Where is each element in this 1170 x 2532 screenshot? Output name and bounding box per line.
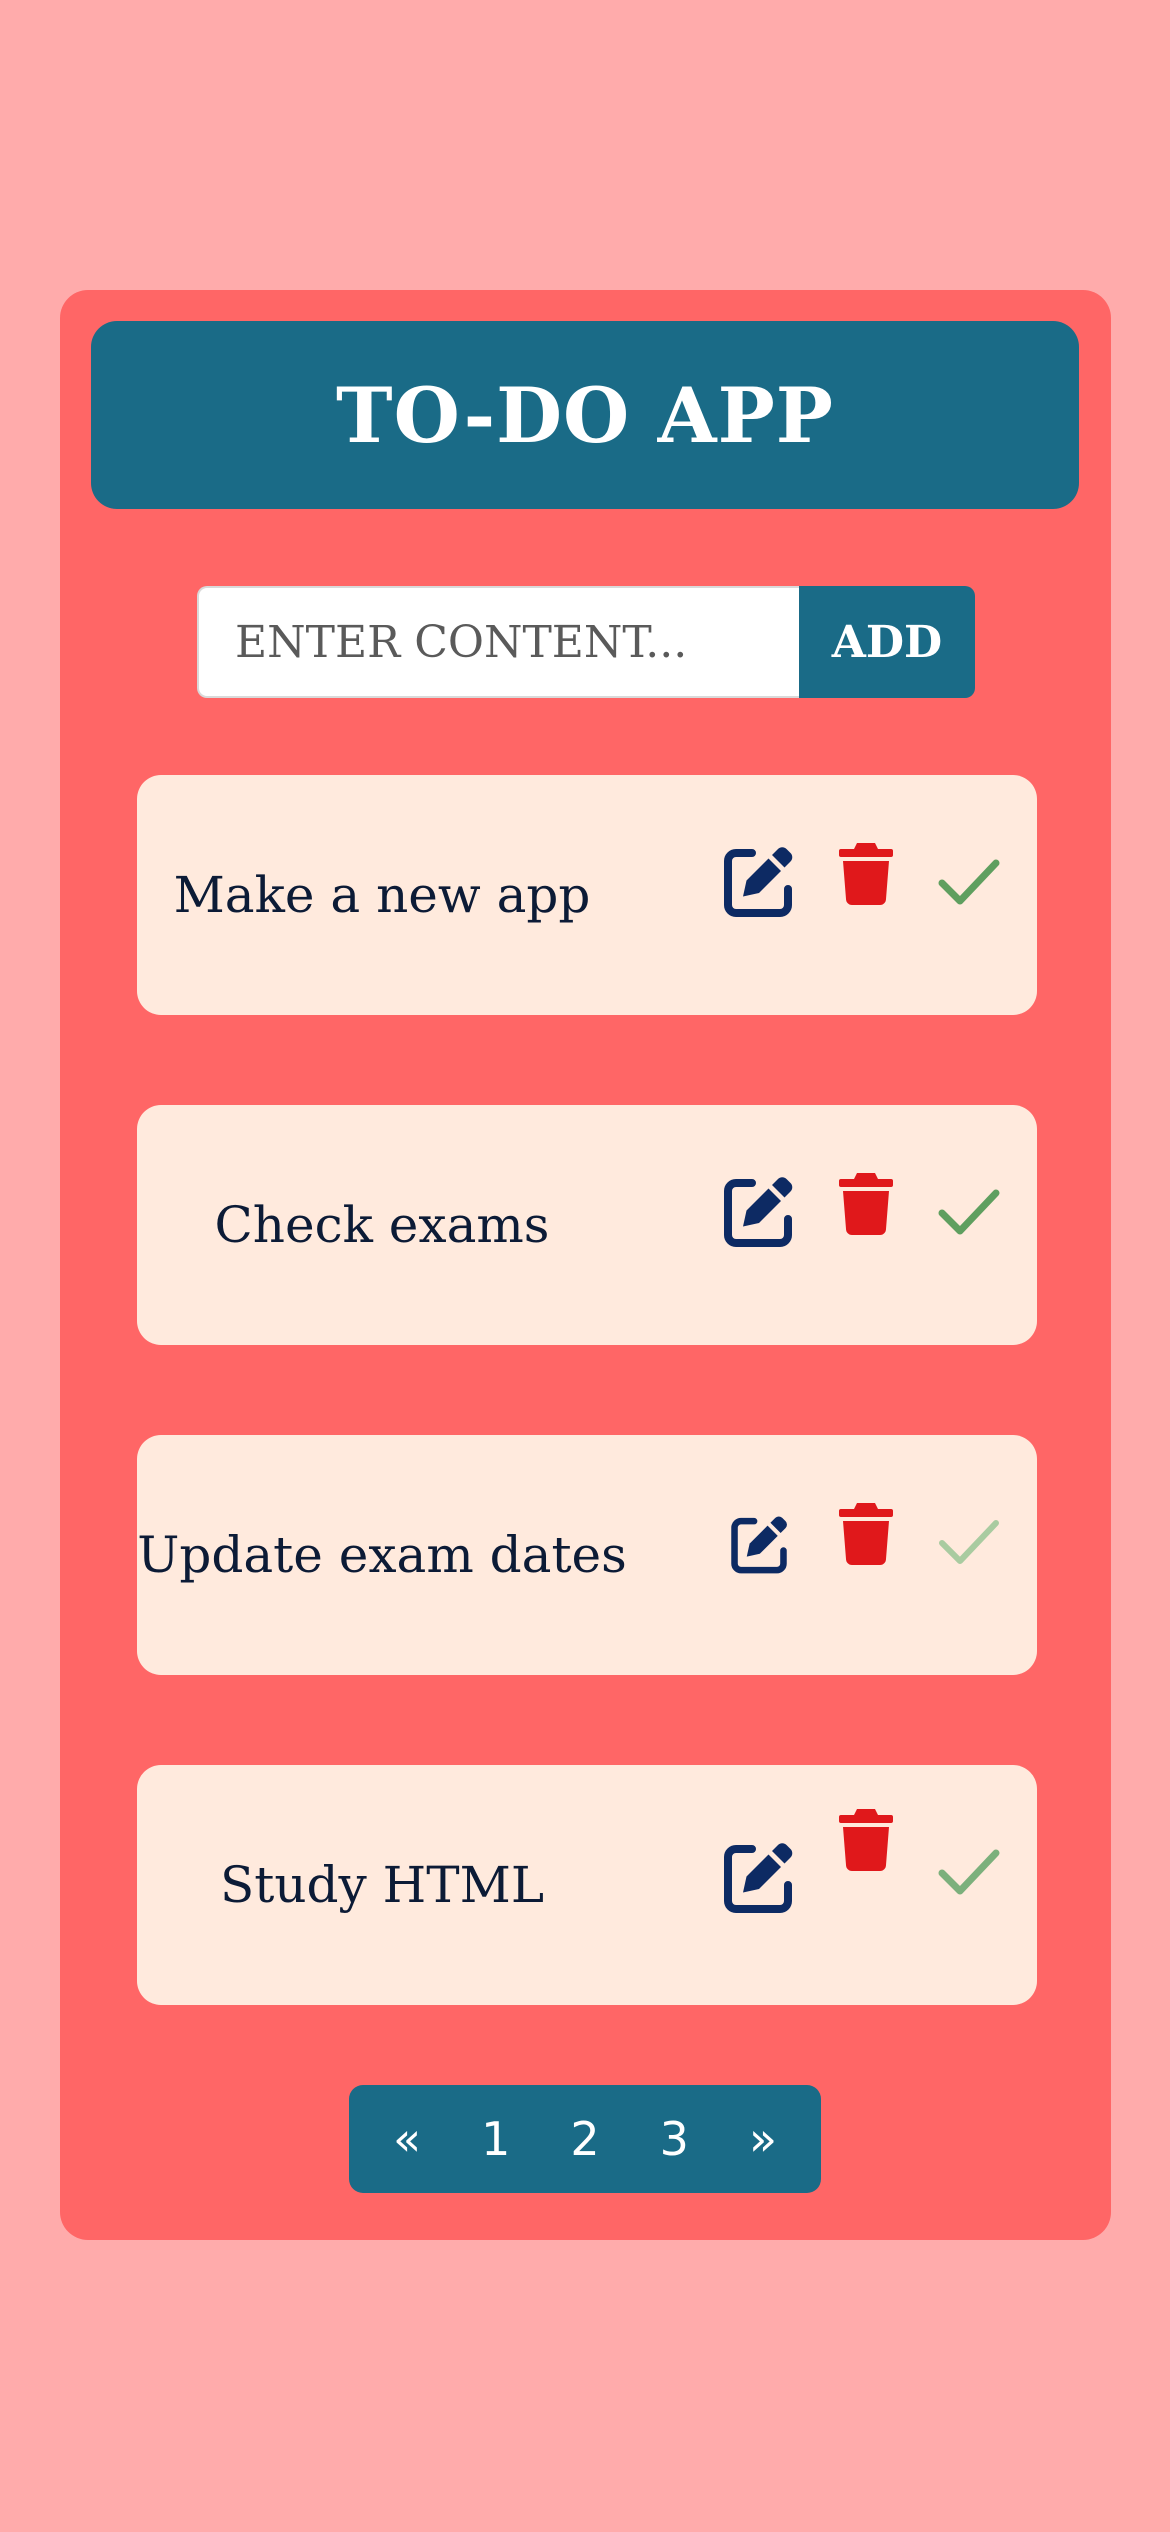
todo-item: Check exams [137,1105,1037,1345]
trash-icon[interactable] [839,1171,893,1235]
edit-icon[interactable] [729,1513,789,1575]
edit-icon[interactable] [722,843,794,919]
check-icon[interactable] [937,857,1001,907]
todo-item: Update exam dates [137,1435,1037,1675]
pagination-page-2[interactable]: 2 [556,2112,613,2166]
todo-text: Check exams [214,1196,550,1254]
check-icon[interactable] [937,1187,1001,1237]
pagination-prev[interactable]: « [379,2112,435,2166]
trash-icon[interactable] [839,1807,893,1871]
check-icon[interactable] [937,1517,1001,1567]
check-icon[interactable] [937,1847,1001,1897]
pagination: « 1 2 3 » [349,2085,821,2193]
edit-icon[interactable] [722,1173,794,1249]
trash-icon[interactable] [839,1501,893,1565]
pagination-next[interactable]: » [735,2112,791,2166]
content-input[interactable] [197,586,799,698]
add-todo-form: ADD [197,586,975,698]
todo-text: Study HTML [219,1856,545,1914]
trash-icon[interactable] [839,841,893,905]
app-header: TO-DO APP [91,321,1079,509]
todo-card: TO-DO APP ADD Make a new app [60,290,1111,2240]
pagination-page-1[interactable]: 1 [467,2112,524,2166]
add-button[interactable]: ADD [799,586,975,698]
todo-item: Make a new app [137,775,1037,1015]
todo-item: Study HTML [137,1765,1037,2005]
todo-text: Update exam dates [137,1526,627,1584]
app-title: TO-DO APP [336,370,834,460]
edit-icon[interactable] [722,1839,794,1915]
todo-text: Make a new app [173,866,591,924]
pagination-page-3[interactable]: 3 [646,2112,703,2166]
